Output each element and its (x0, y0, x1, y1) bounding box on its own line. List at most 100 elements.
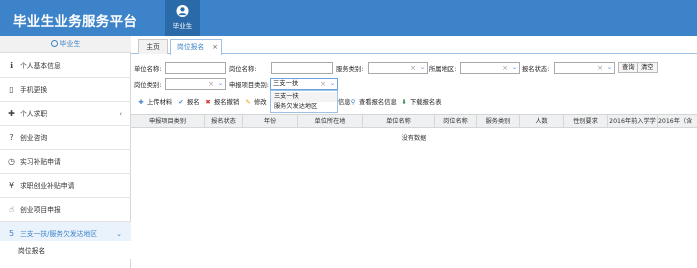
main-panel: 单位名称: 岗位名称: 服务类别: × ⌄ 所属地区: × ⌄ 报名状态: × … (131, 55, 697, 268)
column-header[interactable]: 性别要求 (564, 115, 608, 128)
clock-icon: ◷ (8, 157, 15, 166)
table-header: 申报项目类别 报名状态 年份 单位所在地 单位名称 岗位名称 服务类别 人数 性… (131, 114, 697, 128)
unit-name-input[interactable] (165, 62, 226, 74)
cancel-apply-button[interactable]: ✖ 报名撤销 (204, 97, 239, 109)
column-header[interactable]: 人数 (520, 115, 564, 128)
clear-icon[interactable]: × (597, 63, 603, 73)
pencil-icon: ✎ (245, 99, 251, 106)
phone-icon: ▯ (9, 85, 14, 94)
sidebar-user-name: 毕业生 (59, 40, 81, 48)
sidebar-item-label: 创业咨询 (20, 134, 48, 142)
sidebar-item-phone-change[interactable]: ▯ 手机更换 (0, 78, 131, 102)
question-icon: ? (9, 133, 14, 142)
column-header[interactable]: 报名状态 (205, 115, 243, 128)
clear-icon[interactable]: × (410, 63, 416, 73)
clear-icon[interactable]: × (502, 63, 508, 73)
post-name-input[interactable] (271, 62, 333, 74)
report-status-label: 报名状态: (522, 66, 550, 73)
clear-button[interactable]: 清空 (637, 62, 658, 73)
check-icon: ✔ (178, 99, 184, 106)
plus-icon: ✚ (8, 109, 15, 118)
column-header[interactable]: 2016年前入学学 (608, 115, 658, 128)
modify-button[interactable]: ✎ 修改 (244, 97, 267, 109)
apply-button[interactable]: ✔ 报名 (177, 97, 200, 109)
cross-icon: ✖ (205, 99, 211, 106)
user-avatar-icon (176, 4, 189, 18)
sidebar-item-basic-info[interactable]: ℹ 个人基本信息 (0, 54, 131, 78)
region-select[interactable]: × ⌄ (460, 62, 520, 74)
toolbar-label: 查看报名信息 (359, 99, 397, 106)
sidebar-user[interactable]: 毕业生 (0, 36, 131, 53)
chevron-down-icon[interactable]: ⌄ (218, 79, 223, 89)
toolbar-label: 报名撤销 (214, 99, 240, 106)
sidebar-item-label: 个人基本信息 (20, 62, 61, 70)
tab-label: 岗位报名 (177, 43, 205, 51)
column-header[interactable]: 申报项目类别 (131, 115, 205, 128)
project-type-select[interactable]: 三支一扶 × ⌄ (270, 78, 338, 90)
sidebar-subitem-label: 岗位报名 (18, 247, 46, 255)
tab-post-apply[interactable]: 岗位报名 × (170, 39, 222, 55)
user-label: 毕业生 (172, 22, 193, 30)
download-form-button[interactable]: ⬇ 下载报名表 (400, 97, 441, 109)
chevron-down-icon[interactable]: ⌄ (420, 63, 425, 73)
toolbar-label: 修改 (254, 99, 267, 106)
column-header[interactable]: 2016年（含 (658, 115, 697, 128)
money-icon: ¥ (8, 181, 15, 190)
post-type-select[interactable]: × ⌄ (165, 78, 226, 90)
column-header[interactable]: 单位所在地 (298, 115, 363, 128)
sidebar: 毕业生 ℹ 个人基本信息 ▯ 手机更换 ✚ 个人求职 ‹ ? 创业咨询 ◷ 实习… (0, 36, 131, 268)
unit-name-label: 单位名称: (134, 66, 162, 73)
project-type-label: 申报项目类别: (229, 82, 269, 89)
post-name-label: 岗位名称: (229, 66, 257, 73)
hand-icon: ☝ (9, 205, 14, 214)
dropdown-option[interactable]: 服务欠发达地区 (271, 102, 337, 112)
chevron-left-icon: ‹ (119, 110, 122, 118)
search-icon: ⚲ (350, 99, 356, 106)
empty-table-message: 没有数据 (401, 135, 427, 142)
upload-material-button[interactable]: ✚ 上传材料 (137, 97, 172, 109)
clear-icon[interactable]: × (320, 79, 326, 89)
dropdown-option[interactable]: 三支一扶 (271, 92, 337, 102)
toolbar-label: 下载报名表 (410, 99, 442, 106)
project-type-dropdown: 三支一扶 服务欠发达地区 (270, 90, 338, 113)
info-icon: ℹ (9, 61, 14, 70)
top-header: 毕业生业务服务平台 毕业生 (0, 0, 697, 36)
user-menu[interactable]: 毕业生 (165, 0, 200, 36)
sidebar-item-label: 个人求职 (20, 110, 48, 118)
service-type-label: 服务类别: (336, 66, 364, 73)
view-apply-info-button[interactable]: ⚲ 查看报名信息 (349, 97, 397, 109)
sidebar-item-label: 创业项目申报 (20, 206, 61, 214)
select-value: 三支一扶 (273, 80, 299, 87)
region-label: 所属地区: (429, 66, 457, 73)
close-icon[interactable]: × (212, 40, 218, 54)
column-header[interactable]: 岗位名称 (435, 115, 477, 128)
tab-bar: 主页 岗位报名 × (131, 36, 697, 55)
sidebar-subitem-post-apply[interactable]: 岗位报名 (0, 241, 131, 259)
sidebar-item-label: 实习补贴申请 (20, 158, 61, 166)
sidebar-item-label: 求职创业补贴申请 (20, 182, 75, 190)
app-title: 毕业生业务服务平台 (13, 14, 138, 30)
add-icon: ✚ (138, 99, 144, 106)
service-type-select[interactable]: × ⌄ (368, 62, 428, 74)
user-circle-icon (50, 40, 58, 47)
column-header[interactable]: 服务类别 (477, 115, 520, 128)
sidebar-item-startup-consult[interactable]: ? 创业咨询 (0, 126, 131, 150)
column-header[interactable]: 年份 (243, 115, 298, 128)
toolbar-label: 报名 (187, 99, 200, 106)
clear-icon[interactable]: × (208, 79, 214, 89)
sidebar-item-label: 手机更换 (20, 86, 48, 94)
sidebar-item-job-search[interactable]: ✚ 个人求职 ‹ (0, 102, 131, 126)
sidebar-item-job-subsidy[interactable]: ¥ 求职创业补贴申请 (0, 174, 131, 198)
sidebar-item-startup-project[interactable]: ☝ 创业项目申报 (0, 198, 131, 222)
download-icon: ⬇ (401, 99, 407, 106)
query-button[interactable]: 查询 (618, 62, 639, 73)
tab-home[interactable]: 主页 (138, 39, 168, 54)
column-header[interactable]: 单位名称 (363, 115, 435, 128)
toolbar-label: 上传材料 (147, 99, 173, 106)
chevron-down-icon[interactable]: ⌄ (512, 63, 517, 73)
post-type-label: 岗位类别: (134, 82, 162, 89)
chevron-down-icon[interactable]: ⌄ (330, 79, 335, 89)
sidebar-item-internship-subsidy[interactable]: ◷ 实习补贴申请 (0, 150, 131, 174)
chevron-down-icon[interactable]: ⌄ (607, 63, 612, 73)
report-status-select[interactable]: × ⌄ (554, 62, 615, 74)
